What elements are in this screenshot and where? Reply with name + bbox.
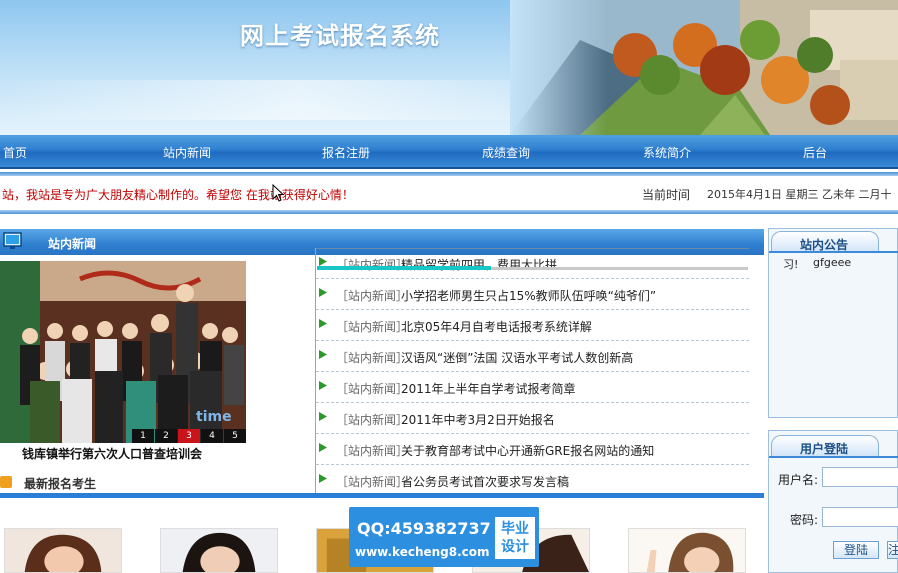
monitor-icon (3, 232, 22, 249)
latest-applicants-header: 最新报名考生 (0, 472, 315, 494)
notice-tab: 站内公告 (771, 231, 879, 253)
notice-body[interactable]: gfgeee (813, 256, 851, 269)
marquee-row: 站，我站是专为广大朋友精心制作的。希望您 在我站获得好心情！ 当前时间 2015… (0, 172, 898, 214)
news-item-title[interactable]: 北京05年4月自考电话报考系统详解 (401, 318, 592, 335)
green-arrow-icon (319, 257, 327, 266)
green-arrow-icon (319, 412, 327, 421)
watermark-site: www.kecheng8.com (355, 545, 490, 559)
notice-prefix: 习! (783, 258, 799, 271)
photo-pager-1[interactable]: 1 (132, 429, 154, 443)
folder-icon (0, 476, 12, 488)
login-panel: 用户登陆 用户名: 密码: 登陆 注 (768, 430, 898, 573)
notice-tab-line (769, 251, 898, 253)
news-item-category: ［站内新闻］ (336, 289, 409, 303)
news-item-title[interactable]: 汉语风“迷倒”法国 汉语水平考试人数创新高 (401, 349, 633, 366)
green-arrow-icon (319, 350, 327, 359)
news-section-title: 站内新闻 (48, 237, 97, 251)
section-divider (0, 493, 764, 498)
news-item-title[interactable]: 关于教育部考试中心开通新GRE报名网站的通知 (401, 442, 654, 459)
password-input[interactable] (822, 507, 898, 527)
selection-grey-bar (491, 267, 748, 270)
news-item-category: ［站内新闻］ (336, 382, 409, 396)
login-button[interactable]: 登陆 (833, 541, 879, 559)
notice-panel: 站内公告 习! gfgeee (768, 228, 898, 418)
marquee-rule-bottom (0, 210, 898, 214)
applicant-photo[interactable] (4, 528, 122, 573)
news-item[interactable]: ［站内新闻］ 关于教育部考试中心开通新GRE报名网站的通知 (316, 434, 749, 465)
news-item-title[interactable]: 2011年上半年自学考试报考简章 (401, 380, 576, 397)
mouse-cursor-icon (272, 184, 284, 202)
news-item-title[interactable]: 2011年中考3月2日开始报名 (401, 411, 555, 428)
site-title: 网上考试报名系统 (240, 21, 440, 50)
username-input[interactable] (822, 467, 898, 487)
password-label: 密码: (790, 513, 819, 527)
nav-register[interactable]: 报名注册 (322, 144, 370, 161)
news-item[interactable]: ［站内新闻］ 精品留学前四甲，费用大比拼 (316, 248, 749, 279)
news-item-title[interactable]: 小学招老师男生只占15%教师队伍呼唤“纯爷们” (401, 287, 656, 304)
login-tab-line (769, 456, 898, 458)
news-item-title[interactable]: 省公务员考试首次要求写发言稿 (401, 473, 569, 490)
welcome-marquee: 站，我站是专为广大朋友精心制作的。希望您 在我站获得好心情！ (2, 188, 354, 202)
photo-caption[interactable]: 钱库镇举行第六次人口普查培训会 (22, 445, 202, 462)
green-arrow-icon (319, 474, 327, 483)
photo-pager-4[interactable]: 4 (201, 429, 223, 443)
nav-scores[interactable]: 成绩查询 (482, 144, 530, 161)
applicant-photo[interactable] (628, 528, 746, 573)
news-item[interactable]: ［站内新闻］ 2011年上半年自学考试报考简章 (316, 372, 749, 403)
register-button[interactable]: 注 (887, 541, 898, 559)
main-nav: 首页 站内新闻 报名注册 成绩查询 系统简介 后台 (0, 135, 898, 169)
marquee-rule-top (0, 172, 898, 176)
green-arrow-icon (319, 288, 327, 297)
news-item-category: ［站内新闻］ (336, 413, 409, 427)
nav-news[interactable]: 站内新闻 (163, 144, 211, 161)
news-item[interactable]: ［站内新闻］ 小学招老师男生只占15%教师队伍呼唤“纯爷们” (316, 279, 749, 310)
clock-value: 2015年4月1日 星期三 乙未年 二月十 (707, 188, 892, 201)
watermark-qq: QQ:459382737 (357, 519, 491, 538)
green-arrow-icon (319, 381, 327, 390)
news-item-category: ［站内新闻］ (336, 320, 409, 334)
nav-about[interactable]: 系统简介 (643, 144, 691, 161)
latest-applicants-title: 最新报名考生 (24, 477, 97, 491)
clock-label: 当前时间 (642, 188, 691, 202)
photo-pager-5[interactable]: 5 (224, 429, 246, 443)
selection-highlight-bar (317, 266, 491, 270)
campus-scenery-image (510, 0, 898, 135)
qq-watermark: QQ:459382737 www.kecheng8.com 毕业 设计 (349, 507, 539, 567)
news-item[interactable]: ［站内新闻］ 汉语风“迷倒”法国 汉语水平考试人数创新高 (316, 341, 749, 372)
applicant-photo[interactable] (160, 528, 278, 573)
news-item[interactable]: ［站内新闻］ 2011年中考3月2日开始报名 (316, 403, 749, 434)
news-item-category: ［站内新闻］ (336, 351, 409, 365)
photo-pager-2[interactable]: 2 (155, 429, 177, 443)
news-list: ［站内新闻］ 精品留学前四甲，费用大比拼 ［站内新闻］ 小学招老师男生只占15%… (315, 248, 749, 496)
news-item-category: ［站内新闻］ (336, 444, 409, 458)
svg-text:time: time (196, 409, 232, 425)
login-tab: 用户登陆 (771, 435, 879, 457)
news-item-category: ［站内新闻］ (336, 475, 409, 489)
news-item-title[interactable]: 精品留学前四甲，费用大比拼 (401, 256, 557, 273)
nav-home[interactable]: 首页 (3, 144, 27, 161)
news-item-category: ［站内新闻］ (336, 258, 409, 272)
login-tab-label: 用户登陆 (800, 442, 849, 456)
news-photo[interactable]: time (0, 261, 246, 443)
photo-pager-3[interactable]: 3 (178, 429, 200, 443)
news-item[interactable]: ［站内新闻］ 省公务员考试首次要求写发言稿 (316, 465, 749, 496)
header-banner: 网上考试报名系统 (0, 0, 898, 135)
nav-admin[interactable]: 后台 (803, 144, 827, 161)
watermark-seal: 毕业 设计 (495, 517, 535, 559)
green-arrow-icon (319, 443, 327, 452)
news-item[interactable]: ［站内新闻］ 北京05年4月自考电话报考系统详解 (316, 310, 749, 341)
seal-line-1: 毕业 (501, 521, 529, 537)
username-label: 用户名: (778, 473, 819, 487)
seal-line-2: 设计 (501, 539, 529, 555)
green-arrow-icon (319, 319, 327, 328)
